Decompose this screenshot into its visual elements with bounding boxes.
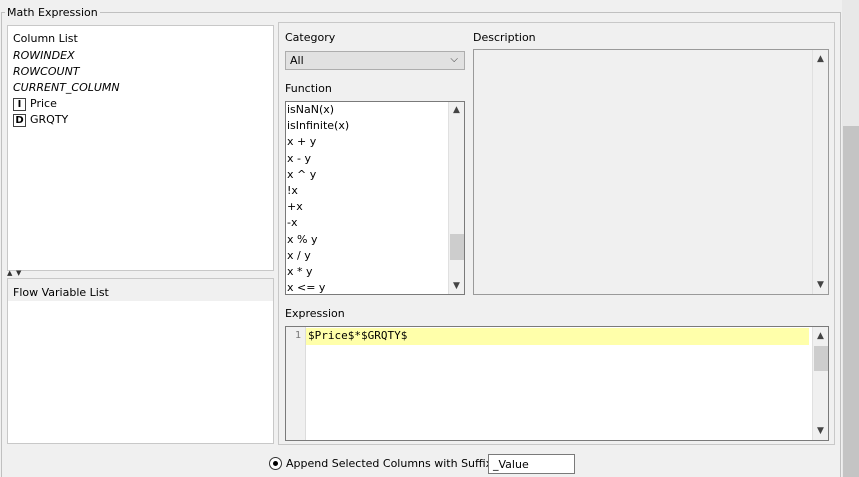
append-label: Append Selected Columns with Suffix: xyxy=(286,457,496,470)
scroll-up-icon[interactable]: ▲ xyxy=(813,51,828,67)
column-item-price[interactable]: I Price xyxy=(13,96,57,112)
description-label: Description xyxy=(473,31,536,44)
expression-text[interactable]: $Price$*$GRQTY$ xyxy=(308,329,407,342)
line-number: 1 xyxy=(294,330,301,341)
outer-scrollbar-thumb[interactable] xyxy=(843,126,859,477)
flow-variable-panel: Flow Variable List xyxy=(7,278,274,444)
double-type-icon: D xyxy=(13,113,26,127)
column-item-rowcount[interactable]: ROWCOUNT xyxy=(13,64,80,80)
append-radio[interactable] xyxy=(269,457,282,470)
function-item[interactable]: +x xyxy=(287,199,303,215)
function-item[interactable]: x <= y xyxy=(287,280,325,294)
function-item[interactable]: x - y xyxy=(287,151,311,167)
category-selected: All xyxy=(290,54,304,67)
expression-editor[interactable]: 1 $Price$*$GRQTY$ ▲ ▼ xyxy=(285,326,829,441)
column-list-panel: Column List ROWINDEX ROWCOUNT CURRENT_CO… xyxy=(7,25,274,271)
scroll-down-icon[interactable]: ▼ xyxy=(813,277,828,293)
suffix-value: _Value xyxy=(493,458,529,471)
column-item-rowindex[interactable]: ROWINDEX xyxy=(13,48,75,64)
collapse-down-icon[interactable]: ▼ xyxy=(16,269,21,277)
function-scrollbar[interactable]: ▲ ▼ xyxy=(448,102,464,294)
column-list: ROWINDEX ROWCOUNT CURRENT_COLUMN I Price … xyxy=(9,48,270,270)
function-item[interactable]: x % y xyxy=(287,232,317,248)
function-item[interactable]: x / y xyxy=(287,248,311,264)
scroll-up-icon[interactable]: ▲ xyxy=(449,102,464,118)
column-item-grqty[interactable]: D GRQTY xyxy=(13,112,68,128)
suffix-input[interactable]: _Value xyxy=(488,454,575,474)
scroll-up-icon[interactable]: ▲ xyxy=(813,328,828,344)
collapse-up-icon[interactable]: ▲ xyxy=(7,269,12,277)
expression-scrollbar[interactable]: ▲ ▼ xyxy=(812,327,828,440)
function-item[interactable]: isInfinite(x) xyxy=(287,118,349,134)
function-item[interactable]: x ^ y xyxy=(287,167,316,183)
scroll-down-icon[interactable]: ▼ xyxy=(449,278,464,294)
function-list[interactable]: isNaN(x) isInfinite(x) x + y x - y x ^ y… xyxy=(285,101,465,295)
split-divider[interactable]: ▲ ▼ xyxy=(7,269,274,278)
expression-scroll-thumb[interactable] xyxy=(814,346,828,371)
line-gutter: 1 xyxy=(286,327,306,440)
category-select[interactable]: All ⌵ xyxy=(285,51,465,70)
radio-dot-icon xyxy=(273,461,278,466)
description-scrollbar[interactable]: ▲ ▼ xyxy=(812,50,828,294)
function-item[interactable]: x * y xyxy=(287,264,313,280)
chevron-down-icon: ⌵ xyxy=(450,54,458,65)
flow-variable-header: Flow Variable List xyxy=(13,286,109,299)
function-item[interactable]: !x xyxy=(287,183,298,199)
description-area: ▲ ▼ xyxy=(473,49,829,295)
category-label: Category xyxy=(285,31,336,44)
function-label: Function xyxy=(285,82,332,95)
function-item[interactable]: -x xyxy=(287,215,297,231)
function-item[interactable]: x + y xyxy=(287,134,316,150)
scroll-down-icon[interactable]: ▼ xyxy=(813,423,828,439)
column-item-current-column[interactable]: CURRENT_COLUMN xyxy=(13,80,120,96)
integer-type-icon: I xyxy=(13,97,26,111)
expression-label: Expression xyxy=(285,307,345,320)
flow-variable-list[interactable] xyxy=(9,301,270,443)
section-title: Math Expression xyxy=(5,6,100,19)
current-line-highlight: $Price$*$GRQTY$ xyxy=(306,328,809,345)
function-item[interactable]: isNaN(x) xyxy=(287,102,334,118)
function-scroll-thumb[interactable] xyxy=(450,234,464,260)
column-list-header: Column List xyxy=(13,32,78,45)
